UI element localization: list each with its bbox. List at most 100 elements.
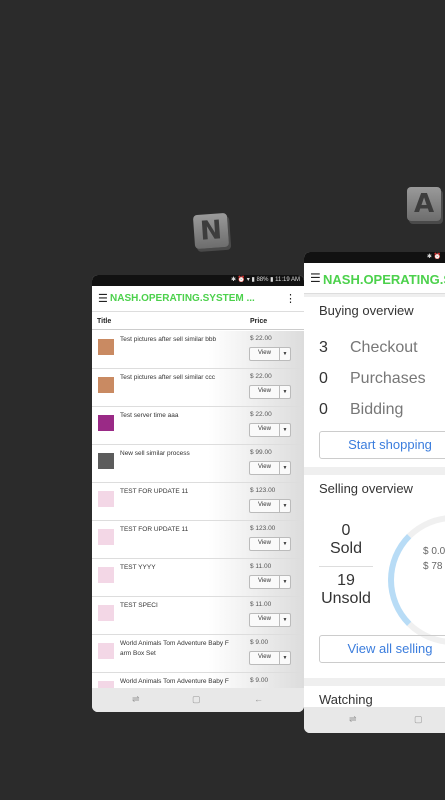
checkout-label: Checkout <box>350 339 418 356</box>
view-button[interactable]: View ▼ <box>249 461 291 475</box>
item-thumbnail <box>98 377 114 393</box>
selling-gauge <box>388 515 445 645</box>
sold-label: Sold <box>329 540 363 557</box>
more-options-icon[interactable]: ⋮ <box>285 292 296 305</box>
item-title: TEST FOR UPDATE 11 <box>120 488 189 495</box>
status-bar: ✱ ⏰ ▾ ▮ 88% ▮ 11:19 AM <box>92 275 304 286</box>
item-price: $ 22.00 <box>250 373 272 380</box>
app-bar: ☰ NASH.OPERATING.SYSTEM <box>304 263 445 294</box>
view-button-label: View <box>258 654 271 660</box>
start-shopping-button[interactable]: Start shopping <box>319 431 445 459</box>
view-button[interactable]: View ▼ <box>249 613 291 627</box>
view-button[interactable]: View ▼ <box>249 537 291 551</box>
item-thumbnail <box>98 491 114 507</box>
table-row[interactable]: World Animals Tom Adventure Baby F arm B… <box>92 673 304 688</box>
divider <box>319 566 373 567</box>
chevron-down-icon[interactable]: ▼ <box>279 348 290 360</box>
table-row[interactable]: TEST YYYY $ 11.00 View ▼ <box>92 559 304 597</box>
menu-icon[interactable]: ☰ <box>98 292 108 305</box>
table-row[interactable]: World Animals Tom Adventure Baby F arm B… <box>92 635 304 673</box>
chevron-down-icon[interactable]: ▼ <box>279 652 290 664</box>
view-button-label: View <box>258 350 271 356</box>
view-button-label: View <box>258 464 271 470</box>
item-price: $ 99.00 <box>250 449 272 456</box>
view-button-label: View <box>258 502 271 508</box>
view-button[interactable]: View ▼ <box>249 423 291 437</box>
view-button-label: View <box>258 616 271 622</box>
table-row[interactable]: New sell similar process $ 99.00 View ▼ <box>92 445 304 483</box>
home-nav-icon[interactable]: ▢ <box>414 714 423 725</box>
view-button[interactable]: View ▼ <box>249 347 291 361</box>
chevron-down-icon[interactable]: ▼ <box>279 538 290 550</box>
home-nav-icon[interactable]: ▢ <box>192 694 201 705</box>
item-price: $ 22.00 <box>250 411 272 418</box>
view-button-label: View <box>258 388 271 394</box>
table-row[interactable]: Test pictures after sell similar ccc $ 22… <box>92 369 304 407</box>
item-thumbnail <box>98 643 114 659</box>
buying-overview-section: Buying overview 3 Checkout 0 Purchases 0… <box>304 297 445 467</box>
item-title: Test pictures after sell similar ccc <box>120 374 215 381</box>
bidding-count: 0 <box>319 401 328 418</box>
recents-nav-icon[interactable]: ⇌ <box>132 694 140 705</box>
column-header-title: Title <box>97 318 112 325</box>
status-bar: ✱ ⏰ <box>304 252 445 263</box>
table-row[interactable]: TEST FOR UPDATE 11 $ 123.00 View ▼ <box>92 521 304 559</box>
view-button[interactable]: View ▼ <box>249 385 291 399</box>
navigation-bar: ⇌ ▢ ← <box>92 688 304 712</box>
table-row[interactable]: Test server time aaa $ 22.00 View ▼ <box>92 407 304 445</box>
view-button[interactable]: View ▼ <box>249 499 291 513</box>
item-price: $ 22.00 <box>250 335 272 342</box>
buying-overview-title: Buying overview <box>319 303 414 318</box>
item-title: Test server time aaa <box>120 412 179 419</box>
item-title: World Animals Tom Adventure Baby F arm B… <box>120 640 229 657</box>
item-thumbnail <box>98 529 114 545</box>
item-price: $ 123.00 <box>250 525 276 532</box>
view-button-label: View <box>258 426 271 432</box>
recents-nav-icon[interactable]: ⇌ <box>349 714 357 725</box>
unsold-stat[interactable]: 19 Unsold <box>319 572 373 608</box>
item-title: TEST FOR UPDATE 11 <box>120 526 189 533</box>
item-price: $ 11.00 <box>250 563 272 570</box>
view-all-selling-button[interactable]: View all selling <box>319 635 445 663</box>
chevron-down-icon[interactable]: ▼ <box>279 462 290 474</box>
table-row[interactable]: TEST SPECI $ 11.00 View ▼ <box>92 597 304 635</box>
bidding-label: Bidding <box>350 401 404 418</box>
listing-amount: $ 78 <box>423 561 443 572</box>
chevron-down-icon[interactable]: ▼ <box>279 386 290 398</box>
view-button-label: View <box>258 540 271 546</box>
item-thumbnail <box>98 567 114 583</box>
column-header-price: Price <box>250 318 268 325</box>
chevron-down-icon[interactable]: ▼ <box>279 424 290 436</box>
item-price: $ 9.00 <box>250 677 269 684</box>
table-row[interactable]: Test pictures after sell similar bbb $ 22… <box>92 331 304 369</box>
item-title: TEST SPECI <box>120 602 158 609</box>
n-app-icon[interactable]: N <box>192 212 230 250</box>
table-header: Title Price <box>92 315 304 330</box>
item-price: $ 9.00 <box>250 639 269 646</box>
chevron-down-icon[interactable]: ▼ <box>279 500 290 512</box>
listing-table: Test pictures after sell similar bbb $ 22… <box>92 331 304 688</box>
back-nav-icon[interactable]: ← <box>254 694 263 704</box>
app-title: NASH.OPERATING.SYSTEM ... <box>110 293 255 304</box>
a-app-icon[interactable]: A <box>407 187 441 221</box>
table-row[interactable]: TEST FOR UPDATE 11 $ 123.00 View ▼ <box>92 483 304 521</box>
sales-amount: $ 0.00 <box>423 546 445 557</box>
item-title: TEST YYYY <box>120 564 156 571</box>
item-title: World Animals Tom Adventure Baby F arm B… <box>120 678 229 685</box>
view-button[interactable]: View ▼ <box>249 575 291 589</box>
item-thumbnail <box>98 415 114 431</box>
sold-stat[interactable]: 0 Sold <box>319 522 373 558</box>
item-thumbnail <box>98 681 114 688</box>
item-price: $ 11.00 <box>250 601 272 608</box>
recent-app-card-listings[interactable]: ✱ ⏰ ▾ ▮ 88% ▮ 11:19 AM ☰ NASH.OPERATING.… <box>92 275 304 712</box>
item-thumbnail <box>98 605 114 621</box>
view-button[interactable]: View ▼ <box>249 651 291 665</box>
app-title: NASH.OPERATING.SYSTEM <box>323 272 445 287</box>
watching-title: Watching <box>319 692 373 707</box>
chevron-down-icon[interactable]: ▼ <box>279 614 290 626</box>
menu-icon[interactable]: ☰ <box>310 271 321 285</box>
app-bar: ☰ NASH.OPERATING.SYSTEM ... ⋮ <box>92 286 304 312</box>
purchases-label: Purchases <box>350 370 426 387</box>
chevron-down-icon[interactable]: ▼ <box>279 576 290 588</box>
recent-app-card-overview[interactable]: ✱ ⏰ ☰ NASH.OPERATING.SYSTEM Buying overv… <box>304 252 445 733</box>
